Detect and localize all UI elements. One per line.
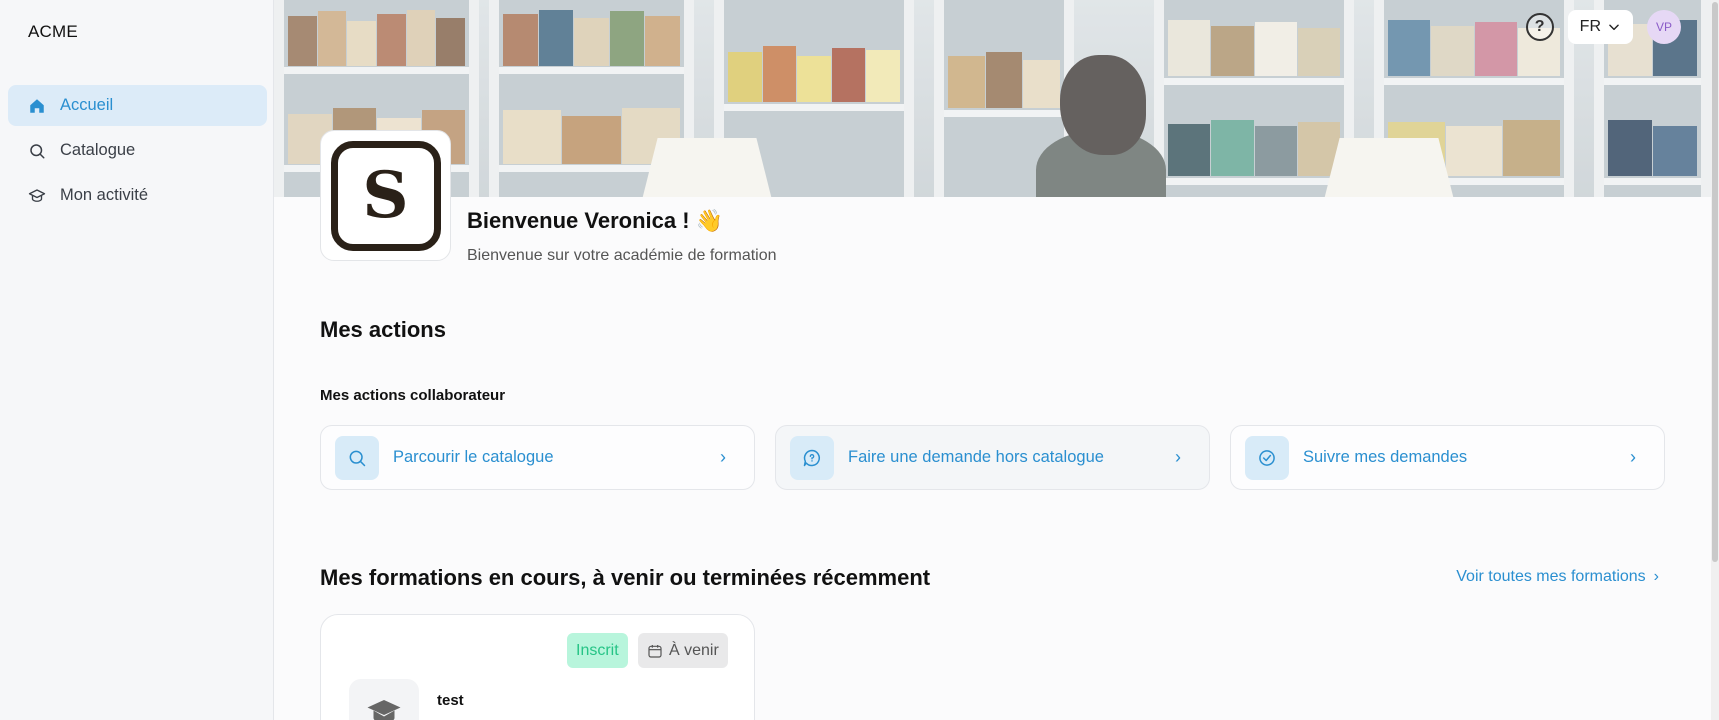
welcome-title: Bienvenue Veronica ! 👋 xyxy=(467,208,724,233)
academy-logo-letter: S xyxy=(330,140,441,251)
timing-badge: À venir xyxy=(638,633,728,668)
search-icon xyxy=(28,142,46,160)
graduation-cap-icon xyxy=(367,700,401,720)
language-select[interactable]: FR xyxy=(1567,10,1633,44)
see-all-trainings-link[interactable]: Voir toutes mes formations › xyxy=(1456,568,1659,586)
chevron-right-icon: › xyxy=(1653,568,1659,585)
card-label: Suivre mes demandes xyxy=(1303,448,1468,466)
academy-logo: S xyxy=(320,130,451,261)
course-card[interactable]: Inscrit À venir test xyxy=(320,614,755,720)
welcome-subtitle: Bienvenue sur votre académie de formatio… xyxy=(467,247,777,264)
see-all-label: Voir toutes mes formations xyxy=(1456,568,1646,585)
calendar-icon xyxy=(648,644,662,658)
header-banner xyxy=(274,0,1711,197)
language-value: FR xyxy=(1579,18,1601,35)
card-label: Faire une demande hors catalogue xyxy=(848,448,1104,466)
track-requests-card[interactable]: Suivre mes demandes › xyxy=(1230,425,1665,490)
top-actions: ? FR VP xyxy=(1525,10,1681,44)
scrollbar-thumb[interactable] xyxy=(1712,2,1718,562)
sidebar-item-label: Catalogue xyxy=(60,141,136,159)
home-icon xyxy=(28,97,46,115)
chevron-down-icon xyxy=(1609,24,1619,31)
sidebar-item-label: Mon activité xyxy=(60,186,149,204)
sidebar-item-mon-activite[interactable]: Mon activité xyxy=(8,175,267,216)
sidebar-item-accueil[interactable]: Accueil xyxy=(8,85,267,126)
status-badge: Inscrit xyxy=(567,633,628,668)
actions-subtitle: Mes actions collaborateur xyxy=(320,387,506,404)
user-avatar[interactable]: VP xyxy=(1647,10,1681,44)
page-scrollbar[interactable] xyxy=(1711,0,1719,720)
actions-section-title: Mes actions xyxy=(320,317,446,342)
course-title: test xyxy=(437,692,464,709)
sidebar: ACME Accueil Catalogue Mon activité xyxy=(0,0,274,720)
sidebar-nav: Accueil Catalogue Mon activité xyxy=(8,85,267,220)
chevron-right-icon: › xyxy=(1630,447,1636,467)
search-icon xyxy=(335,435,379,480)
sidebar-item-catalogue[interactable]: Catalogue xyxy=(8,130,267,171)
course-thumbnail xyxy=(349,679,419,720)
check-circle-icon xyxy=(1245,435,1289,480)
card-label: Parcourir le catalogue xyxy=(393,448,554,466)
chat-question-icon xyxy=(790,435,834,480)
timing-label: À venir xyxy=(669,641,719,659)
off-catalogue-request-card[interactable]: Faire une demande hors catalogue › xyxy=(775,425,1210,490)
sidebar-item-label: Accueil xyxy=(60,96,114,114)
browse-catalogue-card[interactable]: Parcourir le catalogue › xyxy=(320,425,755,490)
trainings-section-title: Mes formations en cours, à venir ou term… xyxy=(320,565,931,590)
help-circle-icon[interactable]: ? xyxy=(1525,13,1554,41)
chevron-right-icon: › xyxy=(1175,447,1181,467)
chevron-right-icon: › xyxy=(720,447,726,467)
brand-logo[interactable]: ACME xyxy=(28,22,78,42)
graduation-cap-icon xyxy=(28,187,46,205)
